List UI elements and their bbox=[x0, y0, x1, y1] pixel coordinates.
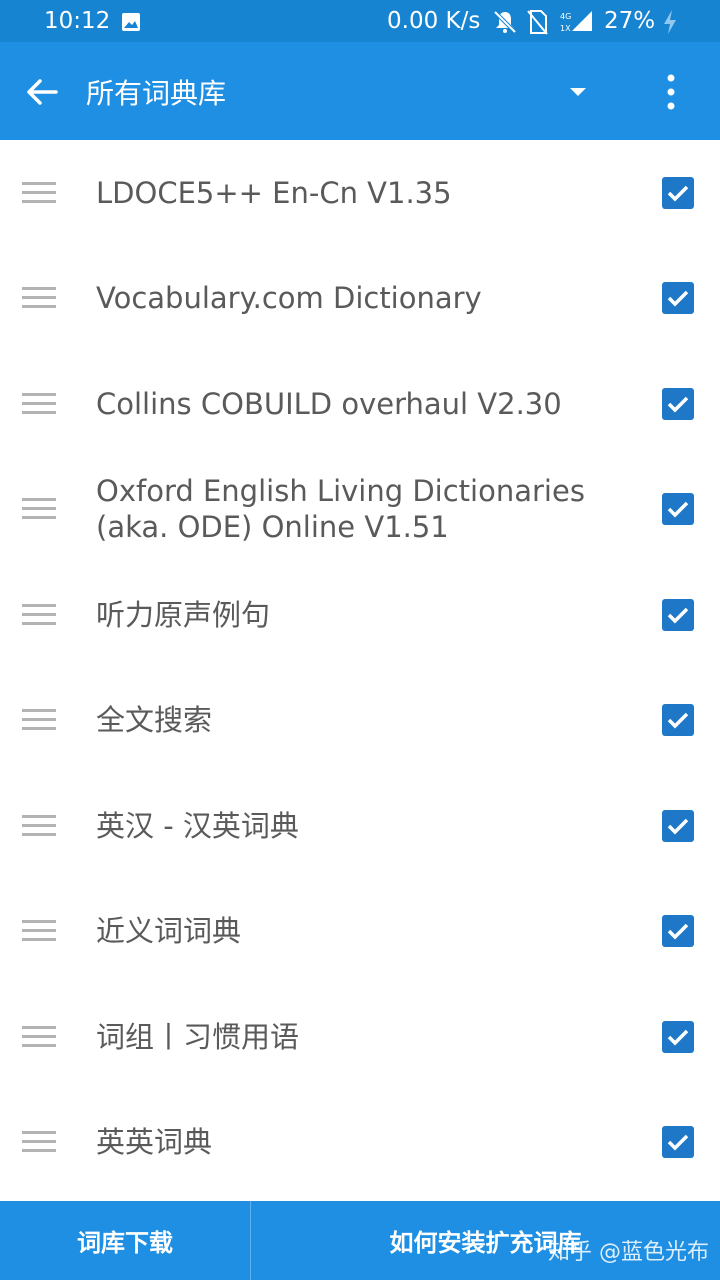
checkbox-checked[interactable] bbox=[662, 1126, 694, 1159]
signal-4g-icon: 4G 1X bbox=[558, 9, 594, 41]
svg-text:4G: 4G bbox=[560, 12, 571, 21]
dictionary-label: Oxford English Living Dictionaries (aka.… bbox=[96, 474, 585, 545]
dictionary-row[interactable]: 近义词词典 bbox=[0, 879, 720, 985]
network-speed: 0.00 K/s bbox=[387, 8, 481, 34]
checkbox-checked[interactable] bbox=[662, 809, 694, 842]
drag-handle-icon[interactable] bbox=[22, 709, 56, 731]
drag-handle-icon[interactable] bbox=[22, 920, 56, 942]
drag-handle-icon[interactable] bbox=[22, 181, 56, 204]
dictionary-row[interactable]: Collins COBUILD overhaul V2.30 bbox=[0, 351, 720, 457]
dictionary-label: 全文搜索 bbox=[96, 703, 213, 738]
dictionary-row[interactable]: LDOCE5++ En-Cn V1.35 bbox=[0, 140, 720, 246]
drag-handle-icon[interactable] bbox=[22, 1131, 56, 1153]
drag-handle-icon[interactable] bbox=[22, 498, 56, 520]
page-title: 所有词典库 bbox=[86, 77, 227, 110]
dictionary-label: 词组丨习惯用语 bbox=[96, 1019, 300, 1054]
no-sim-icon bbox=[526, 9, 548, 41]
checkbox-checked[interactable] bbox=[662, 1020, 694, 1053]
checkbox-checked[interactable] bbox=[662, 282, 694, 315]
dictionary-label: 英汉 - 汉英词典 bbox=[96, 808, 299, 843]
battery-percent: 27% bbox=[604, 8, 656, 34]
dropdown-triangle-icon[interactable] bbox=[560, 78, 596, 106]
drag-handle-icon[interactable] bbox=[22, 603, 56, 626]
dictionary-row[interactable]: Oxford English Living Dictionaries (aka.… bbox=[0, 457, 720, 563]
drag-handle-icon[interactable] bbox=[22, 392, 56, 415]
dictionary-row[interactable]: 英汉 - 汉英词典 bbox=[0, 773, 720, 879]
checkbox-checked[interactable] bbox=[662, 176, 694, 209]
checkbox-checked[interactable] bbox=[662, 598, 694, 631]
download-dictionaries-button[interactable]: 词库下载 bbox=[0, 1201, 251, 1280]
checkbox-checked[interactable] bbox=[662, 915, 694, 948]
back-arrow-icon[interactable] bbox=[22, 72, 62, 112]
dictionary-row[interactable]: 听力原声例句 bbox=[0, 562, 720, 668]
more-options-icon[interactable] bbox=[656, 70, 686, 114]
drag-handle-icon[interactable] bbox=[22, 814, 56, 837]
dictionary-row[interactable]: Vocabulary.com Dictionary bbox=[0, 246, 720, 352]
dictionary-label: 近义词词典 bbox=[96, 914, 242, 949]
dictionary-row[interactable]: 词组丨习惯用语 bbox=[0, 984, 720, 1090]
dictionary-label: Collins COBUILD overhaul V2.30 bbox=[96, 386, 562, 421]
app-bar: 所有词典库 bbox=[0, 42, 720, 140]
charging-icon bbox=[662, 9, 678, 41]
svg-text:1X: 1X bbox=[560, 24, 571, 33]
dictionary-label: Vocabulary.com Dictionary bbox=[96, 281, 482, 316]
status-bar: 10:12 0.00 K/s 4G 1X 27% bbox=[0, 0, 720, 42]
bell-muted-icon bbox=[492, 9, 518, 41]
checkbox-checked[interactable] bbox=[662, 387, 694, 420]
checkbox-checked[interactable] bbox=[662, 493, 694, 526]
checkbox-checked[interactable] bbox=[662, 704, 694, 737]
dictionary-label: 英英词典 bbox=[96, 1125, 213, 1160]
dictionary-label: 听力原声例句 bbox=[96, 597, 271, 632]
drag-handle-icon[interactable] bbox=[22, 287, 56, 309]
watermark: 知乎 @蓝色光布 bbox=[548, 1240, 709, 1265]
status-time: 10:12 bbox=[44, 8, 111, 34]
dictionary-label: LDOCE5++ En-Cn V1.35 bbox=[96, 175, 452, 210]
dictionary-row[interactable]: 英英词典 bbox=[0, 1090, 720, 1196]
dictionary-list: LDOCE5++ En-Cn V1.35 Vocabulary.com Dict… bbox=[0, 140, 720, 1195]
drag-handle-icon[interactable] bbox=[22, 1025, 56, 1048]
dictionary-row[interactable]: 全文搜索 bbox=[0, 668, 720, 774]
image-notification-icon bbox=[121, 12, 141, 38]
